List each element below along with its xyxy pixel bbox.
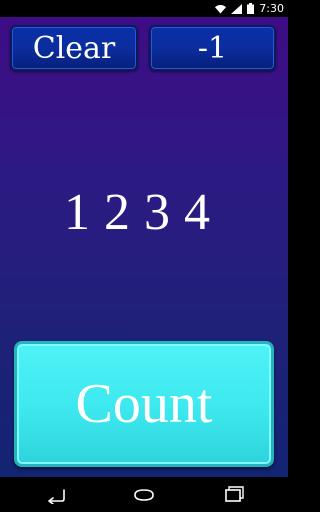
signal-icon	[231, 3, 243, 14]
clear-button[interactable]: Clear	[10, 25, 138, 71]
home-icon[interactable]	[132, 486, 156, 504]
counter-display: 1234	[64, 184, 224, 241]
status-icons: 7:30	[215, 0, 284, 17]
status-bar: 7:30	[0, 0, 288, 17]
count-button[interactable]: Count	[14, 341, 274, 467]
wifi-icon	[215, 4, 227, 13]
back-icon[interactable]	[44, 486, 68, 504]
app-content: Clear -1 1234 Count	[0, 17, 288, 477]
decrement-button[interactable]: -1	[149, 25, 276, 71]
screen: 7:30 Clear -1 1234 Count	[0, 0, 288, 512]
status-time: 7:30	[259, 2, 284, 15]
navigation-bar	[0, 477, 288, 512]
recent-apps-icon[interactable]	[222, 486, 246, 504]
battery-icon	[247, 3, 255, 14]
